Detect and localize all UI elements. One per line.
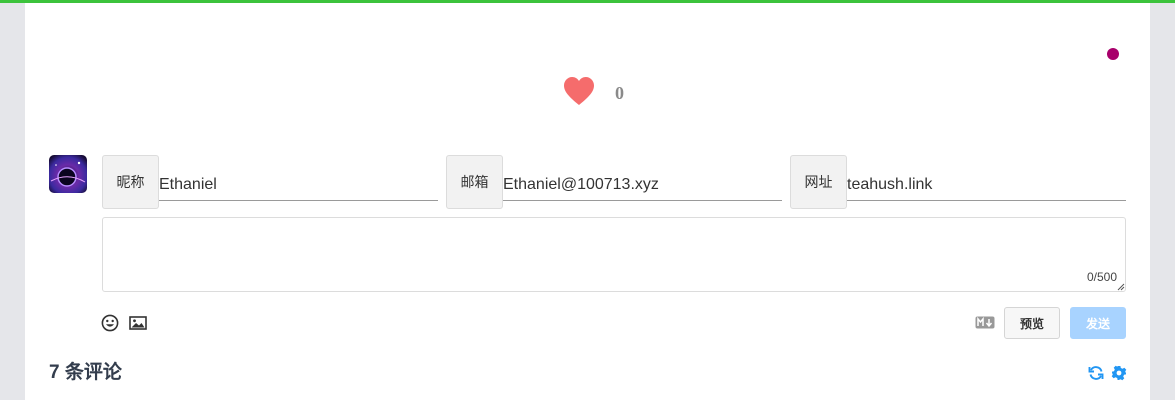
mail-label: 邮箱 <box>446 155 503 209</box>
link-input[interactable] <box>847 155 1126 201</box>
notification-dot <box>1107 48 1119 60</box>
like-count: 0 <box>615 83 624 103</box>
markdown-icon[interactable] <box>975 316 995 329</box>
mail-input[interactable] <box>503 155 782 201</box>
avatar <box>49 155 87 193</box>
preview-button[interactable]: 预览 <box>1004 307 1060 339</box>
link-label: 网址 <box>790 155 847 209</box>
comment-count-heading: 7 条评论 <box>49 362 122 383</box>
mail-field: 邮箱 <box>446 155 782 209</box>
refresh-icon[interactable] <box>1088 365 1104 381</box>
image-icon[interactable] <box>129 314 147 332</box>
nick-input[interactable] <box>159 155 438 201</box>
word-counter: 0/500 <box>1086 270 1117 284</box>
nick-label: 昵称 <box>102 155 159 209</box>
emoji-icon[interactable] <box>101 314 119 332</box>
heart-icon[interactable] <box>563 76 595 106</box>
link-field: 网址 <box>790 155 1126 209</box>
nick-field: 昵称 <box>102 155 438 209</box>
comment-panel: 0 昵称 邮箱 网址 <box>25 3 1150 400</box>
resize-grip-icon[interactable] <box>1117 283 1125 291</box>
gear-icon[interactable] <box>1111 365 1127 381</box>
send-button[interactable]: 发送 <box>1070 307 1126 339</box>
comment-textarea[interactable] <box>102 217 1126 292</box>
